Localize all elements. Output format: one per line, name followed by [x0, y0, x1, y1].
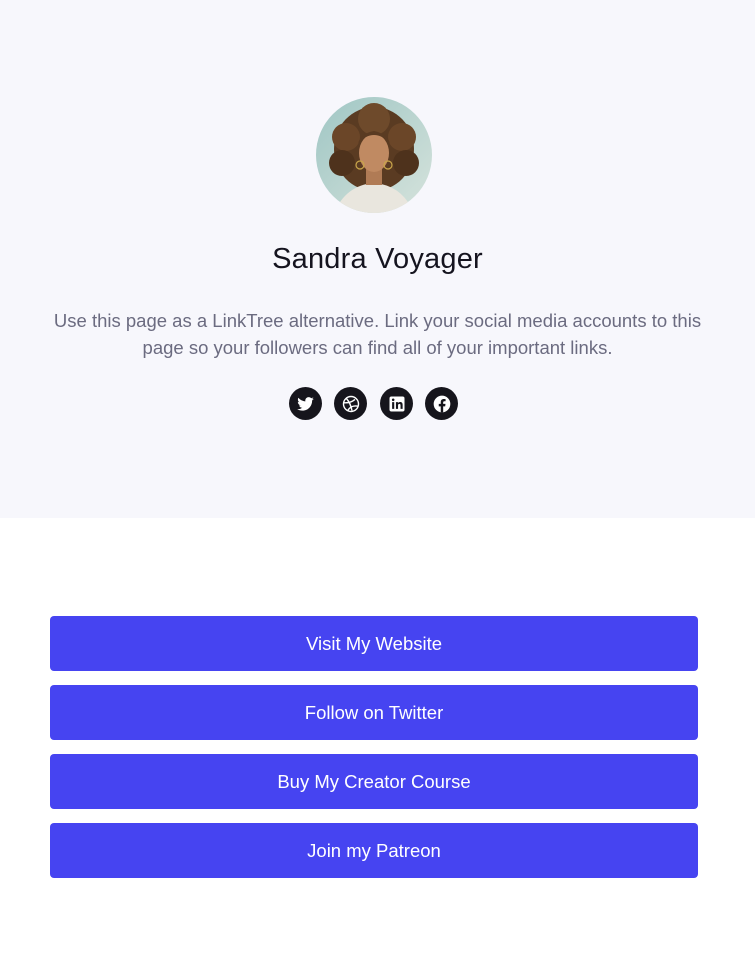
profile-header: Sandra Voyager Use this page as a LinkTr…	[0, 0, 755, 518]
facebook-link[interactable]	[425, 387, 458, 420]
profile-bio: Use this page as a LinkTree alternative.…	[53, 310, 702, 358]
join-patreon-button[interactable]: Join my Patreon	[50, 823, 698, 878]
profile-name: Sandra Voyager	[272, 243, 483, 275]
linkedin-icon	[389, 396, 404, 411]
buy-course-button[interactable]: Buy My Creator Course	[50, 754, 698, 809]
follow-twitter-button[interactable]: Follow on Twitter	[50, 685, 698, 740]
linkedin-link[interactable]	[380, 387, 413, 420]
twitter-icon	[297, 397, 314, 411]
avatar	[316, 97, 432, 213]
link-list: Visit My Website Follow on Twitter Buy M…	[50, 616, 698, 892]
twitter-link[interactable]	[289, 387, 322, 420]
visit-website-button[interactable]: Visit My Website	[50, 616, 698, 671]
dribbble-icon	[342, 395, 359, 412]
facebook-icon	[433, 395, 450, 412]
dribbble-link[interactable]	[334, 387, 367, 420]
social-links	[0, 387, 755, 420]
